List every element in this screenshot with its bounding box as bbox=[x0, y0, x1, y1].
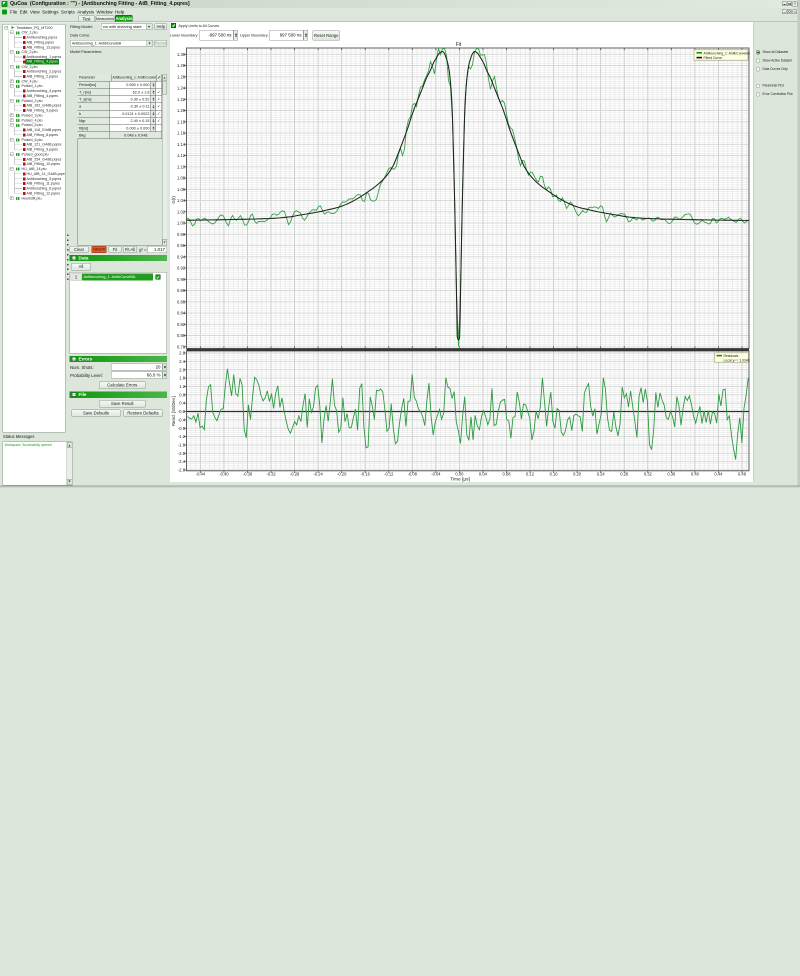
svg-text:-0.04: -0.04 bbox=[431, 472, 441, 477]
svg-text:Fit: Fit bbox=[456, 42, 462, 48]
svg-text:Resid. [StdDev.]: Resid. [StdDev.] bbox=[171, 396, 176, 426]
svg-text:Time [µs]: Time [µs] bbox=[450, 477, 470, 483]
svg-text:Antibunching_1: AntibCurveBA: Antibunching_1: AntibCurveBA bbox=[704, 51, 751, 55]
svg-text:Fitted Curve: Fitted Curve bbox=[704, 56, 723, 60]
svg-text:G(t): G(t) bbox=[171, 196, 176, 204]
svg-text:Local χ² = 1.0346: Local χ² = 1.0346 bbox=[724, 358, 750, 362]
